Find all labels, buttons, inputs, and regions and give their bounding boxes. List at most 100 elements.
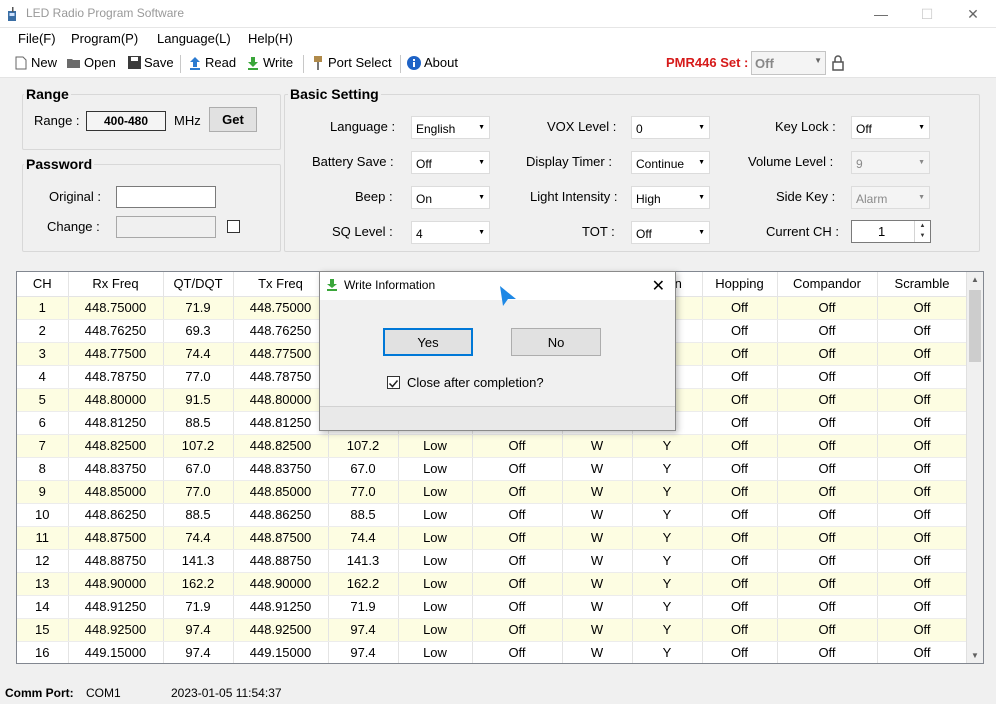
table-cell[interactable]: W [562,618,633,642]
table-cell[interactable]: 77.0 [328,480,399,504]
table-cell[interactable]: Low [398,549,473,573]
table-cell[interactable]: Off [472,526,563,550]
table-cell[interactable]: W [562,641,633,663]
vox-level-select[interactable]: 0 ▼ [631,116,710,139]
table-cell[interactable]: Off [702,549,778,573]
table-cell[interactable]: W [562,549,633,573]
table-cell[interactable]: Low [398,526,473,550]
table-cell[interactable]: Off [702,434,778,458]
column-header[interactable]: Compandor [777,272,878,297]
table-cell[interactable]: 448.92500 [68,618,164,642]
table-cell[interactable]: 1 [17,296,69,320]
table-cell[interactable]: 16 [17,641,69,663]
change-password-input[interactable] [116,216,216,238]
column-header[interactable]: CH [17,272,69,297]
key-lock-select[interactable]: Off ▼ [851,116,930,139]
table-cell[interactable]: W [562,526,633,550]
original-password-input[interactable] [116,186,216,208]
table-cell[interactable]: Off [777,526,878,550]
table-cell[interactable]: 448.77500 [68,342,164,366]
table-cell[interactable]: Off [777,480,878,504]
table-cell[interactable]: Low [398,457,473,481]
table-cell[interactable]: Y [632,434,703,458]
table-cell[interactable]: 5 [17,388,69,412]
table-cell[interactable]: Y [632,503,703,527]
table-row[interactable]: 9 448.85000 77.0 448.85000 77.0 Low Off W Y Off Of… [17,480,968,504]
table-cell[interactable]: Off [877,618,968,642]
table-cell[interactable]: 6 [17,411,69,435]
table-cell[interactable]: 448.75000 [233,296,329,320]
table-cell[interactable]: Off [702,342,778,366]
table-cell[interactable]: 15 [17,618,69,642]
table-cell[interactable]: Off [877,434,968,458]
open-button[interactable]: Open [67,55,116,70]
column-header[interactable]: Tx Freq [233,272,329,297]
save-button[interactable]: Save [127,55,174,70]
table-cell[interactable]: Low [398,503,473,527]
table-cell[interactable]: 448.86250 [68,503,164,527]
table-cell[interactable]: W [562,595,633,619]
table-cell[interactable]: 448.80000 [68,388,164,412]
table-cell[interactable]: 448.75000 [68,296,164,320]
scroll-down-icon[interactable]: ▼ [971,651,979,660]
table-cell[interactable]: Off [472,618,563,642]
menu-language[interactable]: Language(L) [157,31,231,46]
beep-select[interactable]: On ▼ [411,186,490,209]
yes-button[interactable]: Yes [383,328,473,356]
table-cell[interactable]: Off [472,480,563,504]
table-cell[interactable]: 91.5 [163,388,234,412]
table-cell[interactable]: Low [398,618,473,642]
dialog-close-icon[interactable]: ✕ [652,276,665,296]
port-select-button[interactable]: Port Select [311,55,392,70]
sq-level-select[interactable]: 4 ▼ [411,221,490,244]
table-cell[interactable]: Y [632,641,703,663]
table-cell[interactable]: Off [877,595,968,619]
table-cell[interactable]: W [562,480,633,504]
light-intensity-select[interactable]: High ▼ [631,186,710,209]
table-cell[interactable]: 448.87500 [233,526,329,550]
table-cell[interactable]: 8 [17,457,69,481]
table-cell[interactable]: 141.3 [163,549,234,573]
table-cell[interactable]: 448.85000 [68,480,164,504]
table-cell[interactable]: 448.76250 [233,319,329,343]
table-cell[interactable]: Off [877,296,968,320]
table-cell[interactable]: Off [877,365,968,389]
table-cell[interactable]: Off [472,503,563,527]
table-cell[interactable]: Off [877,503,968,527]
table-cell[interactable]: 448.87500 [68,526,164,550]
table-cell[interactable]: Off [777,595,878,619]
table-cell[interactable]: 13 [17,572,69,596]
read-button[interactable]: Read [188,55,236,70]
table-cell[interactable]: Off [877,641,968,663]
table-cell[interactable]: 162.2 [163,572,234,596]
table-cell[interactable]: Off [702,365,778,389]
table-cell[interactable]: 10 [17,503,69,527]
new-button[interactable]: New [14,55,57,70]
table-cell[interactable]: 88.5 [163,503,234,527]
table-cell[interactable]: Off [777,411,878,435]
table-cell[interactable]: Off [702,526,778,550]
table-cell[interactable]: Off [877,342,968,366]
table-cell[interactable]: Y [632,480,703,504]
table-cell[interactable]: 449.15000 [233,641,329,663]
table-row[interactable]: 8 448.83750 67.0 448.83750 67.0 Low Off W Y Off Of… [17,457,968,481]
table-cell[interactable]: 448.90000 [68,572,164,596]
table-cell[interactable]: Off [777,342,878,366]
table-cell[interactable]: 448.88750 [68,549,164,573]
table-cell[interactable]: 448.78750 [233,365,329,389]
table-cell[interactable]: 448.91250 [68,595,164,619]
table-cell[interactable]: 141.3 [328,549,399,573]
table-cell[interactable]: Off [702,296,778,320]
table-cell[interactable]: 7 [17,434,69,458]
table-cell[interactable]: 74.4 [163,526,234,550]
table-row[interactable]: 14 448.91250 71.9 448.91250 71.9 Low Off W Y Off O… [17,595,968,619]
table-cell[interactable]: 448.83750 [233,457,329,481]
table-row[interactable]: 11 448.87500 74.4 448.87500 74.4 Low Off W Y Off O… [17,526,968,550]
table-cell[interactable]: Low [398,572,473,596]
table-cell[interactable]: Y [632,526,703,550]
tot-select[interactable]: Off ▼ [631,221,710,244]
close-after-completion-checkbox[interactable] [387,376,400,389]
table-cell[interactable]: 2 [17,319,69,343]
table-cell[interactable]: 11 [17,526,69,550]
table-cell[interactable]: 71.9 [328,595,399,619]
